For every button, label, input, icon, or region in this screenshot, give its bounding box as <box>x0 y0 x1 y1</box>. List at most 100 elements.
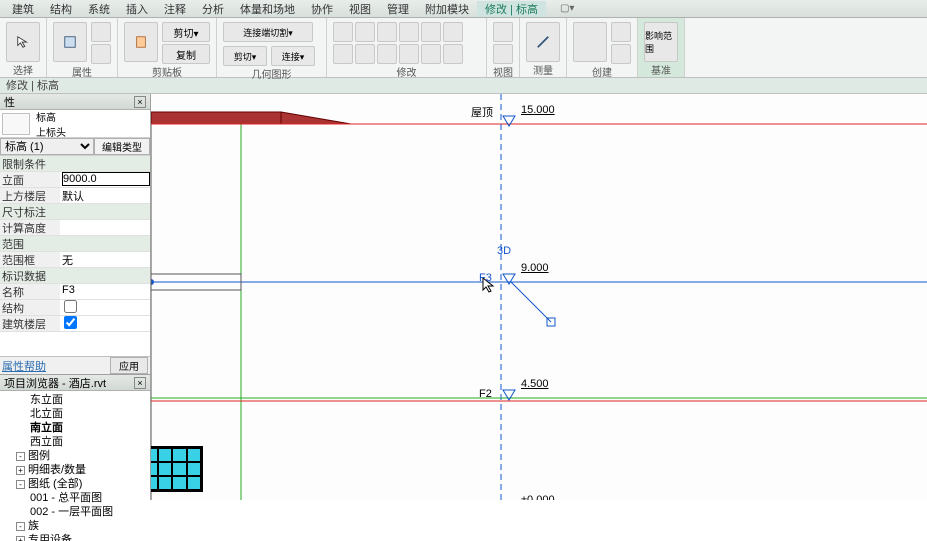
tree-label: 东立面 <box>30 394 63 406</box>
prop-value[interactable]: F3 <box>60 284 150 299</box>
ribbon-group-label: 修改 <box>333 64 480 79</box>
section-constraint: 限制条件 <box>0 156 150 171</box>
level-name[interactable]: F3 <box>479 272 492 284</box>
ribbon-button[interactable] <box>91 22 111 42</box>
prop-label: 建筑楼层 <box>0 316 60 331</box>
menu-item[interactable]: 结构 <box>42 1 80 17</box>
prop-value[interactable]: 默认 <box>60 188 150 203</box>
prop-label: 上方楼层 <box>0 188 60 203</box>
prop-label: 计算高度 <box>0 220 60 235</box>
level-value[interactable]: 15.000 <box>521 104 555 116</box>
level-value[interactable]: 4.500 <box>521 378 549 390</box>
menu-item[interactable]: 建筑 <box>4 1 42 17</box>
prop-value[interactable] <box>60 220 150 235</box>
prop-label: 范围框 <box>0 252 60 267</box>
level-name[interactable]: 屋顶 <box>471 104 493 120</box>
tree-toggle-icon[interactable]: + <box>16 466 25 475</box>
ribbon-button[interactable] <box>611 44 631 64</box>
ribbon-button[interactable] <box>611 22 631 42</box>
close-icon[interactable]: × <box>134 96 146 108</box>
browser-title: 项目浏览器 - 酒店.rvt × <box>0 375 150 391</box>
tree-node[interactable]: 002 - 一层平面图 <box>2 505 148 519</box>
prop-help-link[interactable]: 属性帮助 <box>2 358 46 374</box>
menu-item[interactable]: 附加模块 <box>417 1 477 17</box>
tree-label: 图纸 (全部) <box>28 478 82 490</box>
ribbon-button[interactable] <box>443 22 463 42</box>
paste-button[interactable] <box>124 22 158 62</box>
tree-toggle-icon[interactable]: + <box>16 536 25 541</box>
tree-node[interactable]: +专用设备 <box>2 533 148 541</box>
ribbon-group-geometry: 连接端切割▾ 剪切▾ 连接▾ 几何图形 <box>217 18 327 77</box>
ribbon-group-props: 属性 <box>47 18 118 77</box>
prop-value[interactable]: 无 <box>60 252 150 267</box>
ribbon-button[interactable] <box>333 44 353 64</box>
tree-node[interactable]: -图纸 (全部) <box>2 477 148 491</box>
create-button[interactable] <box>573 22 607 62</box>
ribbon-button[interactable] <box>333 22 353 42</box>
ribbon-button[interactable] <box>443 44 463 64</box>
close-icon[interactable]: × <box>134 377 146 389</box>
ribbon-button[interactable] <box>377 22 397 42</box>
menu-item[interactable]: 管理 <box>379 1 417 17</box>
tree-toggle-icon[interactable]: - <box>16 452 25 461</box>
material-swatch[interactable] <box>151 446 203 492</box>
edit-type-button[interactable]: 编辑类型 <box>94 138 150 155</box>
modify-tool-button[interactable] <box>6 22 40 62</box>
tree-label: 图例 <box>28 450 50 462</box>
join-button[interactable]: 连接▾ <box>271 46 315 66</box>
ribbon-button[interactable] <box>493 44 513 64</box>
ribbon-button[interactable] <box>399 44 419 64</box>
properties-button[interactable] <box>53 22 87 62</box>
ribbon-button[interactable] <box>91 44 111 64</box>
menu-item[interactable]: 体量和场地 <box>232 1 303 17</box>
menu-item[interactable]: 系统 <box>80 1 118 17</box>
tree-node[interactable]: -族 <box>2 519 148 533</box>
struct-checkbox[interactable] <box>64 300 77 313</box>
ribbon-button[interactable] <box>399 22 419 42</box>
menu-item-active[interactable]: 修改 | 标高 <box>477 1 546 17</box>
tree-node[interactable]: 北立面 <box>2 407 148 421</box>
menu-extra[interactable]: ▢▾ <box>552 3 582 14</box>
tree-node[interactable]: +明细表/数量 <box>2 463 148 477</box>
type-preview[interactable]: 标高 上标头 <box>0 110 150 138</box>
building-storey-checkbox[interactable] <box>64 316 77 329</box>
drawing-canvas[interactable]: 3D 屋顶 15.000 F3 9.000 F2 4.500 ±0.000 <box>151 94 927 500</box>
tree-node[interactable]: 001 - 总平面图 <box>2 491 148 505</box>
tree-node[interactable]: 南立面 <box>2 421 148 435</box>
tree-toggle-icon[interactable]: - <box>16 522 25 531</box>
ribbon-button[interactable] <box>377 44 397 64</box>
affect-extent-button[interactable]: 影响范围 <box>644 22 678 62</box>
menu-item[interactable]: 协作 <box>303 1 341 17</box>
section-extent: 范围 <box>0 236 150 251</box>
ribbon-group-label: 剪贴板 <box>124 64 210 79</box>
tree-node[interactable]: -图例 <box>2 449 148 463</box>
tree-toggle-icon[interactable]: - <box>16 480 25 489</box>
apply-button[interactable]: 应用 <box>110 357 148 374</box>
canvas-svg: 3D <box>151 94 927 500</box>
menu-item[interactable]: 注释 <box>156 1 194 17</box>
join-cut-button[interactable]: 连接端切割▾ <box>223 22 313 42</box>
menu-item[interactable]: 分析 <box>194 1 232 17</box>
ribbon-button[interactable] <box>355 22 375 42</box>
elevation-input[interactable] <box>62 172 150 186</box>
tree-node[interactable]: 东立面 <box>2 393 148 407</box>
ribbon: 选择 属性 剪切▾ 复制 剪贴板 连接端切割▾ 剪切▾ 连接▾ 几何图形 <box>0 18 927 78</box>
type-selector[interactable]: 标高 (1) <box>0 138 94 155</box>
type-thumb-icon <box>2 113 30 135</box>
menu-item[interactable]: 视图 <box>341 1 379 17</box>
ribbon-button[interactable] <box>493 22 513 42</box>
measure-button[interactable] <box>526 22 560 62</box>
cut-geo-button[interactable]: 剪切▾ <box>223 46 267 66</box>
level-value[interactable]: 9.000 <box>521 262 549 274</box>
ribbon-button[interactable] <box>421 44 441 64</box>
level-name[interactable]: F2 <box>479 388 492 400</box>
properties-panel: 性 × 标高 上标头 标高 (1) 编辑类型 限制条件 立面 上方楼层默认 尺寸… <box>0 94 150 374</box>
tree-node[interactable]: 西立面 <box>2 435 148 449</box>
browser-tree[interactable]: 东立面北立面南立面西立面-图例+明细表/数量-图纸 (全部)001 - 总平面图… <box>0 391 150 541</box>
ribbon-button[interactable] <box>421 22 441 42</box>
menu-item[interactable]: 插入 <box>118 1 156 17</box>
copy-button[interactable]: 复制 <box>162 44 210 64</box>
level-value[interactable]: ±0.000 <box>521 494 555 500</box>
cut-button[interactable]: 剪切▾ <box>162 22 210 42</box>
ribbon-button[interactable] <box>355 44 375 64</box>
